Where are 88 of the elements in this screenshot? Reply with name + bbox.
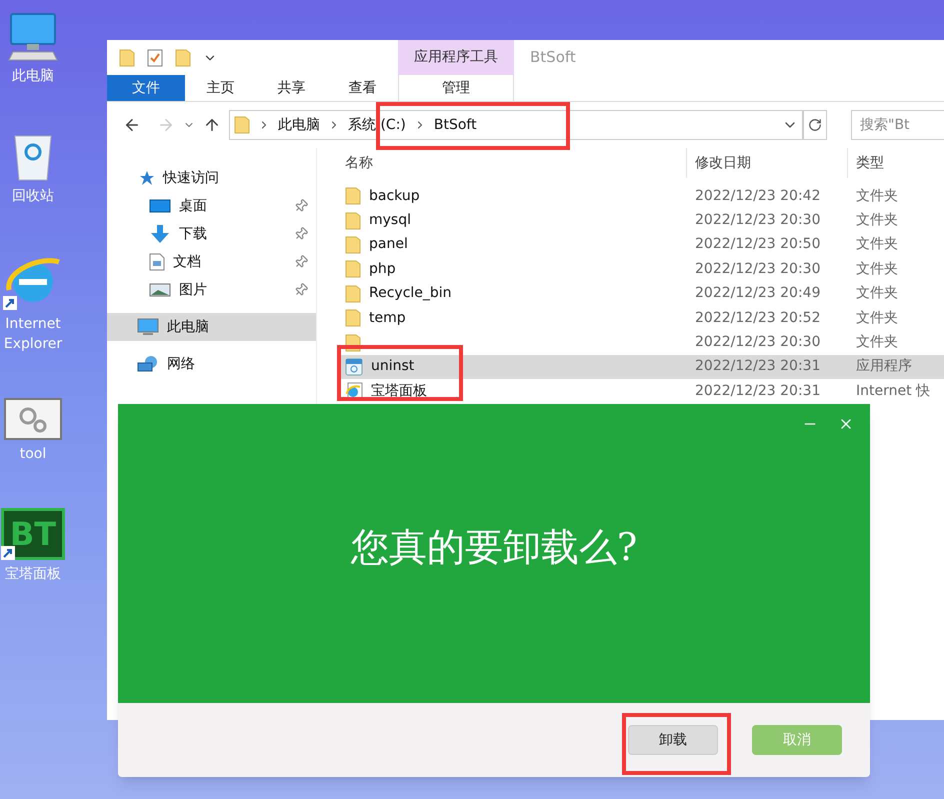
file-type: 文件夹	[855, 284, 899, 304]
breadcrumb[interactable]: 系统 (C:)	[348, 114, 406, 136]
nav-item[interactable]: 下载	[107, 220, 316, 248]
file-date: 2022/12/23 20:31	[694, 382, 822, 401]
folder-icon	[119, 48, 135, 66]
file-row[interactable]: temp 2022/12/23 20:52 文件夹	[337, 306, 944, 330]
desktop-icon[interactable]: 回收站	[0, 130, 66, 206]
file-type: Internet 快	[855, 382, 932, 401]
ribbon-tab[interactable]: 管理	[398, 75, 514, 101]
file-row[interactable]: Recycle_bin 2022/12/23 20:49 文件夹	[337, 282, 944, 306]
desktop-icon-label: Internet Explorer	[2, 315, 64, 354]
desktop-icon-label: tool	[20, 445, 46, 464]
nav-item[interactable]: 网络	[107, 350, 316, 378]
nav-item[interactable]: 文档	[107, 248, 316, 276]
file-name: uninst	[371, 357, 414, 376]
column-header[interactable]: 名称	[337, 148, 687, 178]
file-row[interactable]: php 2022/12/23 20:30 文件夹	[337, 257, 944, 282]
search-field[interactable]: 搜索"Bt	[851, 110, 944, 140]
file-date: 2022/12/23 20:52	[694, 308, 822, 328]
bt-logo: BT	[1, 508, 65, 560]
file-date: 2022/12/23 20:30	[694, 260, 822, 279]
desktop-icon[interactable]: 此电脑	[0, 10, 66, 86]
folder-icon	[345, 212, 361, 230]
nav-item[interactable]: 图片	[107, 276, 316, 304]
nav-item[interactable]: 此电脑	[107, 313, 316, 341]
desktop-icon	[149, 199, 171, 213]
picture-icon	[149, 283, 171, 297]
file-type: 文件夹	[855, 235, 899, 254]
ribbon-tab[interactable]: 查看	[327, 75, 398, 101]
ribbon-tab[interactable]: 文件	[107, 75, 185, 101]
file-row[interactable]: backup 2022/12/23 20:42 文件夹	[337, 184, 944, 208]
window-title: BtSoft	[530, 47, 576, 68]
file-type: 文件夹	[855, 211, 899, 230]
folder-icon	[175, 48, 191, 66]
file-date: 2022/12/23 20:42	[694, 186, 822, 206]
document-icon	[149, 253, 165, 271]
breadcrumb[interactable]: 此电脑	[278, 114, 320, 136]
file-name: backup	[369, 186, 420, 206]
nav-item[interactable]: 快速访问	[107, 164, 316, 192]
nav-item[interactable]: 桌面	[107, 192, 316, 220]
file-name: Recycle_bin	[369, 284, 452, 304]
file-row[interactable]: mysql 2022/12/23 20:30 文件夹	[337, 208, 944, 233]
column-header[interactable]: 类型	[848, 148, 944, 178]
down-arrow-icon	[149, 224, 171, 244]
gears-window-icon	[4, 398, 62, 440]
folder-icon	[345, 309, 361, 328]
back-icon[interactable]	[123, 116, 141, 134]
checklist-icon	[147, 48, 163, 66]
ribbon-tab[interactable]: 共享	[256, 75, 327, 101]
dialog-button[interactable]: 卸载	[628, 725, 718, 755]
context-tab-header: 应用程序工具	[398, 40, 514, 75]
file-name: 宝塔面板	[371, 382, 427, 401]
file-date: 2022/12/23 20:30	[694, 211, 822, 230]
folder-icon	[345, 236, 361, 254]
file-date: 2022/12/23 20:50	[694, 235, 822, 254]
monitor-icon	[137, 318, 159, 336]
file-name: mysql	[369, 211, 411, 230]
file-type: 文件夹	[855, 186, 899, 206]
file-row[interactable]: 2022/12/23 20:30 文件夹	[337, 330, 944, 355]
file-row[interactable]: 宝塔面板 2022/12/23 20:31 Internet 快	[337, 379, 944, 404]
desktop-icon-label: 回收站	[12, 187, 54, 206]
breadcrumb[interactable]: BtSoft	[434, 114, 477, 136]
file-type: 文件夹	[855, 260, 899, 279]
refresh-icon	[808, 118, 822, 132]
column-header[interactable]: 修改日期	[687, 148, 848, 178]
file-type: 文件夹	[855, 333, 899, 352]
up-icon[interactable]	[203, 116, 221, 134]
file-date: 2022/12/23 20:31	[694, 357, 822, 376]
installer-icon	[345, 358, 363, 376]
folder-icon	[345, 260, 361, 278]
file-name: temp	[369, 308, 406, 328]
dialog-message: 您真的要卸载么?	[350, 524, 638, 571]
desktop-icon-label: 宝塔面板	[5, 565, 61, 584]
folder-icon	[234, 116, 250, 134]
file-type: 应用程序	[855, 357, 913, 376]
file-name: panel	[369, 235, 408, 254]
desktop-icon-label: 此电脑	[12, 67, 54, 86]
folder-icon	[345, 284, 361, 303]
file-name: php	[369, 260, 396, 279]
file-type: 文件夹	[855, 308, 899, 328]
ribbon-tab[interactable]: 主页	[185, 75, 256, 101]
folder-icon	[345, 187, 361, 206]
file-row[interactable]: panel 2022/12/23 20:50 文件夹	[337, 232, 944, 258]
network-icon	[137, 355, 159, 373]
file-date: 2022/12/23 20:30	[694, 333, 822, 352]
address-bar[interactable]: 此电脑 系统 (C:) BtSoft	[229, 110, 803, 140]
file-date: 2022/12/23 20:49	[694, 284, 822, 304]
refresh-button[interactable]	[803, 110, 827, 140]
